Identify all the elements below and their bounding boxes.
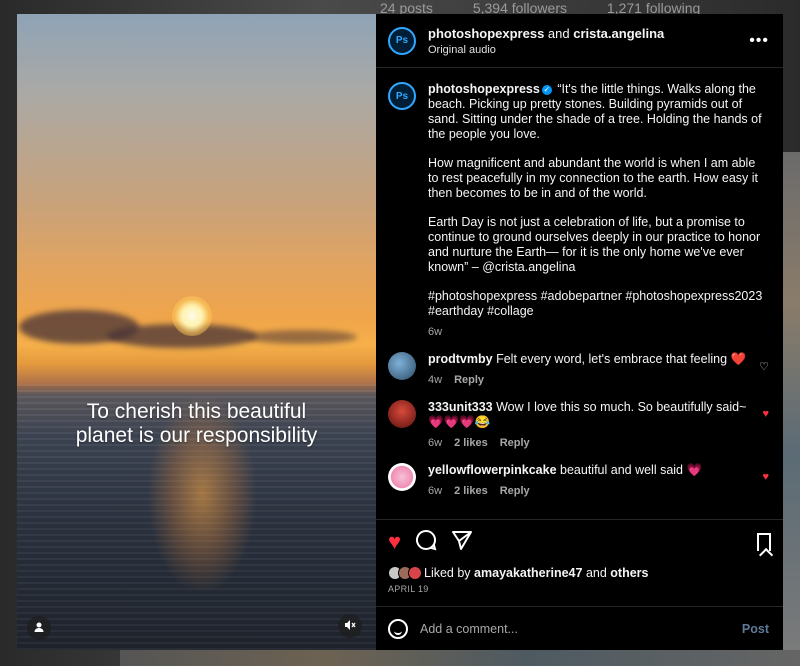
comment-username[interactable]: 333unit333 [428, 400, 493, 414]
post-header: Ps photoshopexpress and crista.angelina … [376, 14, 783, 68]
mute-button[interactable] [338, 614, 362, 638]
post-actions: ♥ Liked by amayakatherine47 and others A… [376, 519, 783, 594]
share-paper-plane-icon[interactable] [451, 529, 473, 555]
save-bookmark-icon[interactable] [757, 533, 771, 551]
comment-time[interactable]: 4w [428, 374, 442, 386]
post-comment-button[interactable]: Post [742, 622, 769, 636]
audio-link[interactable]: Original audio [428, 44, 749, 56]
grid-thumbnail-strip-bottom [120, 650, 800, 666]
muted-speaker-icon [344, 619, 356, 634]
comment-time[interactable]: 6w [428, 485, 442, 497]
emoji-smiley-icon[interactable] [388, 618, 408, 639]
comment-likes[interactable]: 2 likes [454, 437, 488, 449]
overlay-line-1: To cherish this beautiful [86, 400, 307, 423]
add-comment-bar: Post [376, 606, 783, 650]
post-caption: Ps photoshopexpress ✓ “It's the little th… [388, 82, 769, 340]
author-avatar[interactable]: Ps [388, 26, 416, 55]
comment-text: Felt every word, let's embrace that feel… [496, 352, 747, 366]
reply-button[interactable]: Reply [500, 437, 530, 449]
comment-text: beautiful and well said 💗 [560, 463, 703, 477]
comment-body: 333unit333 Wow I love this so much. So b… [428, 400, 755, 451]
post-video[interactable]: To cherish this beautiful planet is our … [17, 14, 376, 650]
commenter-avatar[interactable] [388, 352, 416, 380]
verified-badge-icon: ✓ [541, 85, 552, 95]
comment-input[interactable] [420, 621, 742, 636]
liked-comment-heart-icon[interactable]: ♥ [755, 471, 769, 499]
more-options-icon[interactable]: ••• [749, 32, 769, 50]
liked-comment-heart-icon[interactable]: ♥ [755, 408, 769, 451]
caption-meta: 6w [428, 325, 769, 340]
grid-thumbnail-strip [782, 152, 800, 652]
caption-time[interactable]: 6w [428, 326, 442, 338]
comment-item: 333unit333 Wow I love this so much. So b… [388, 400, 769, 451]
post-modal: To cherish this beautiful planet is our … [17, 14, 783, 650]
liked-heart-icon[interactable]: ♥ [388, 531, 401, 553]
caption-author-avatar[interactable]: Ps [388, 82, 416, 110]
post-side-panel: Ps photoshopexpress and crista.angelina … [376, 14, 783, 650]
author-username-link[interactable]: photoshopexpress [428, 26, 544, 41]
liker-avatars [388, 566, 422, 580]
comment-body: prodtvmby Felt every word, let's embrace… [428, 352, 755, 388]
caption-username[interactable]: photoshopexpress [428, 82, 540, 96]
post-authors: photoshopexpress and crista.angelina [428, 26, 749, 41]
liker-avatar [408, 566, 422, 580]
liked-by-and: and [585, 566, 607, 580]
caption-para-1: photoshopexpress ✓ “It's the little thing… [428, 82, 769, 142]
comment-time[interactable]: 6w [428, 437, 442, 449]
commenter-avatar[interactable] [388, 400, 416, 428]
liked-by-others-link[interactable]: others [610, 566, 648, 580]
video-text-overlay: To cherish this beautiful planet is our … [17, 400, 376, 448]
caption-hashtags[interactable]: #photoshopexpress #adobepartner #photosh… [428, 289, 769, 319]
person-icon [33, 621, 45, 636]
comment-meta: 6w 2 likes Reply [428, 436, 755, 451]
like-comment-heart-icon[interactable]: ♡ [755, 360, 769, 388]
action-buttons-row: ♥ [388, 529, 771, 555]
post-header-text: photoshopexpress and crista.angelina Ori… [428, 26, 749, 56]
comments-scroll-area[interactable]: Ps photoshopexpress ✓ “It's the little th… [376, 68, 783, 519]
comment-bubble-icon[interactable] [415, 529, 437, 555]
post-date[interactable]: APRIL 19 [388, 584, 771, 594]
overlay-line-2: planet is our responsibility [75, 424, 318, 447]
caption-body: photoshopexpress ✓ “It's the little thing… [428, 82, 769, 340]
sun-glow [172, 296, 212, 336]
caption-para-3: Earth Day is not just a celebration of l… [428, 215, 761, 274]
comment-body: yellowflowerpinkcake beautiful and well … [428, 463, 755, 499]
tagged-people-button[interactable] [27, 616, 51, 640]
liked-by-prefix: Liked by [424, 566, 471, 580]
and-text: and [544, 25, 574, 41]
caption-para-2: How magnificent and abundant the world i… [428, 156, 759, 200]
comment-item: yellowflowerpinkcake beautiful and well … [388, 463, 769, 499]
cloud-shape [247, 330, 357, 344]
reply-button[interactable]: Reply [500, 485, 530, 497]
liked-by-row: Liked by amayakatherine47 and others [388, 566, 771, 580]
comment-likes[interactable]: 2 likes [454, 485, 488, 497]
comment-meta: 6w 2 likes Reply [428, 484, 755, 499]
comment-meta: 4w Reply [428, 373, 755, 388]
coauthor-username-link[interactable]: crista.angelina [573, 26, 664, 41]
comment-username[interactable]: prodtvmby [428, 352, 493, 366]
comment-username[interactable]: yellowflowerpinkcake [428, 463, 557, 477]
comment-item: prodtvmby Felt every word, let's embrace… [388, 352, 769, 388]
liked-by-user-link[interactable]: amayakatherine47 [474, 566, 582, 580]
commenter-avatar[interactable] [388, 463, 416, 491]
reply-button[interactable]: Reply [454, 374, 484, 386]
